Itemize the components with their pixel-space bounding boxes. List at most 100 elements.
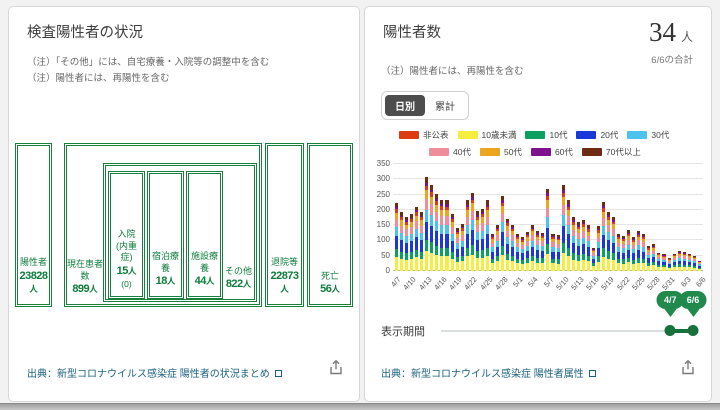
bar-segment <box>410 252 413 259</box>
chart-bar[interactable] <box>647 246 650 271</box>
bar-segment <box>536 250 539 258</box>
chart-bar[interactable] <box>562 185 565 271</box>
chart-bar[interactable] <box>466 200 469 271</box>
source-link-left[interactable]: 出典：新型コロナウイルス感染症 陽性者の状況まとめ <box>27 365 282 380</box>
chart-bar[interactable] <box>420 212 423 271</box>
legend-item: 60代 <box>531 146 573 158</box>
chart-bar[interactable] <box>683 252 686 271</box>
chart-bar[interactable] <box>627 230 630 271</box>
chart-bar[interactable] <box>531 225 534 271</box>
chart-bar[interactable] <box>592 248 595 271</box>
box-discharged: 退院等 22873人 <box>265 143 304 307</box>
chart-bar[interactable] <box>632 237 635 271</box>
chart-bar[interactable] <box>652 244 655 271</box>
bar-segment <box>430 197 433 205</box>
chart-bar[interactable] <box>445 200 448 271</box>
bar-segment <box>546 254 549 271</box>
chart-bar[interactable] <box>551 234 554 271</box>
bar-segment <box>435 231 438 246</box>
chart-bar[interactable] <box>698 261 701 271</box>
chart-bar[interactable] <box>430 185 433 271</box>
bar-segment <box>501 246 504 255</box>
bar-segment <box>582 244 585 254</box>
bar-segment <box>516 252 519 259</box>
chart-bar[interactable] <box>678 251 681 271</box>
chart-bar[interactable] <box>587 225 590 271</box>
bar-segment <box>496 247 499 256</box>
bar-segment <box>587 261 590 271</box>
bar-segment <box>466 225 469 234</box>
share-icon[interactable] <box>327 359 345 377</box>
chart-bar[interactable] <box>546 189 549 271</box>
bar-segment <box>637 263 640 271</box>
chart-bar[interactable] <box>536 231 539 271</box>
chart-bar[interactable] <box>668 258 671 271</box>
chart-bar[interactable] <box>501 196 504 271</box>
slider-end-handle[interactable] <box>688 325 699 336</box>
chart-bar[interactable] <box>572 217 575 271</box>
chart-bar[interactable] <box>405 217 408 271</box>
chart-bar[interactable] <box>602 202 605 271</box>
chart-bar[interactable] <box>557 235 560 271</box>
bar-segment <box>562 215 565 226</box>
bar-segment <box>496 261 499 271</box>
bar-segment <box>415 221 418 229</box>
slider-track[interactable]: 4/7 6/6 <box>441 324 693 338</box>
source-link-right[interactable]: 出典：新型コロナウイルス感染症 陽性者属性 <box>381 365 596 380</box>
chart-bar[interactable] <box>410 214 413 271</box>
bar-segment <box>557 264 560 272</box>
chart-bar[interactable] <box>415 207 418 271</box>
chart-bar[interactable] <box>622 236 625 271</box>
chart-bar[interactable] <box>511 225 514 271</box>
slider-start-handle[interactable] <box>665 325 676 336</box>
chart-bar[interactable] <box>461 224 464 271</box>
chart-bar[interactable] <box>612 217 615 271</box>
chart-bar[interactable] <box>486 200 489 271</box>
x-tick-label: 4/10 <box>402 275 418 292</box>
chart-bar[interactable] <box>526 232 529 271</box>
patient-status-diagram: 陽性者 23828人 現在患者数 899人 入院 (内重症) 15人 (0) 宿… <box>15 143 353 307</box>
chart-bar[interactable] <box>582 220 585 271</box>
chart-bar[interactable] <box>491 234 494 271</box>
x-tick-label: 4/16 <box>432 275 448 292</box>
chart-bar[interactable] <box>451 214 454 271</box>
chart-bar[interactable] <box>476 211 479 271</box>
chart-bar[interactable] <box>521 237 524 271</box>
chart-bar[interactable] <box>577 222 580 271</box>
chart-bar[interactable] <box>688 254 691 271</box>
slider-end-pin[interactable]: 6/6 <box>680 291 707 309</box>
tab-daily[interactable]: 日別 <box>385 95 425 116</box>
chart-bar[interactable] <box>637 231 640 271</box>
chart-bar[interactable] <box>673 254 676 271</box>
chart-bar[interactable] <box>481 209 484 271</box>
chart-bar[interactable] <box>516 234 519 271</box>
chart-bar[interactable] <box>693 256 696 271</box>
bar-segment <box>587 247 590 256</box>
chart-bar[interactable] <box>617 234 620 271</box>
share-icon[interactable] <box>679 359 697 377</box>
chart-bar[interactable] <box>456 228 459 271</box>
tab-cumulative[interactable]: 累計 <box>425 95 465 116</box>
chart-bar[interactable] <box>471 193 474 271</box>
chart-bar[interactable] <box>435 194 438 271</box>
chart-bar[interactable] <box>662 254 665 271</box>
chart-bar[interactable] <box>395 203 398 271</box>
chart-bar[interactable] <box>657 253 660 271</box>
legend-item: 10代 <box>525 129 567 141</box>
chart-bar[interactable] <box>597 226 600 271</box>
chart-bar[interactable] <box>496 225 499 271</box>
chart-bar[interactable] <box>642 234 645 271</box>
chart-bar[interactable] <box>541 233 544 271</box>
bar-segment <box>400 252 403 259</box>
chart-bar[interactable] <box>607 212 610 271</box>
chart-bar[interactable] <box>440 200 443 271</box>
chart-bar[interactable] <box>506 219 509 271</box>
chart-bar[interactable] <box>425 177 428 271</box>
legend-label: 10代 <box>549 129 567 141</box>
bar-segment <box>471 211 474 220</box>
bar-segment <box>546 208 549 218</box>
bar-segment <box>582 238 585 245</box>
chart-bar[interactable] <box>567 200 570 271</box>
bar-segment <box>435 212 438 221</box>
chart-bar[interactable] <box>400 212 403 271</box>
